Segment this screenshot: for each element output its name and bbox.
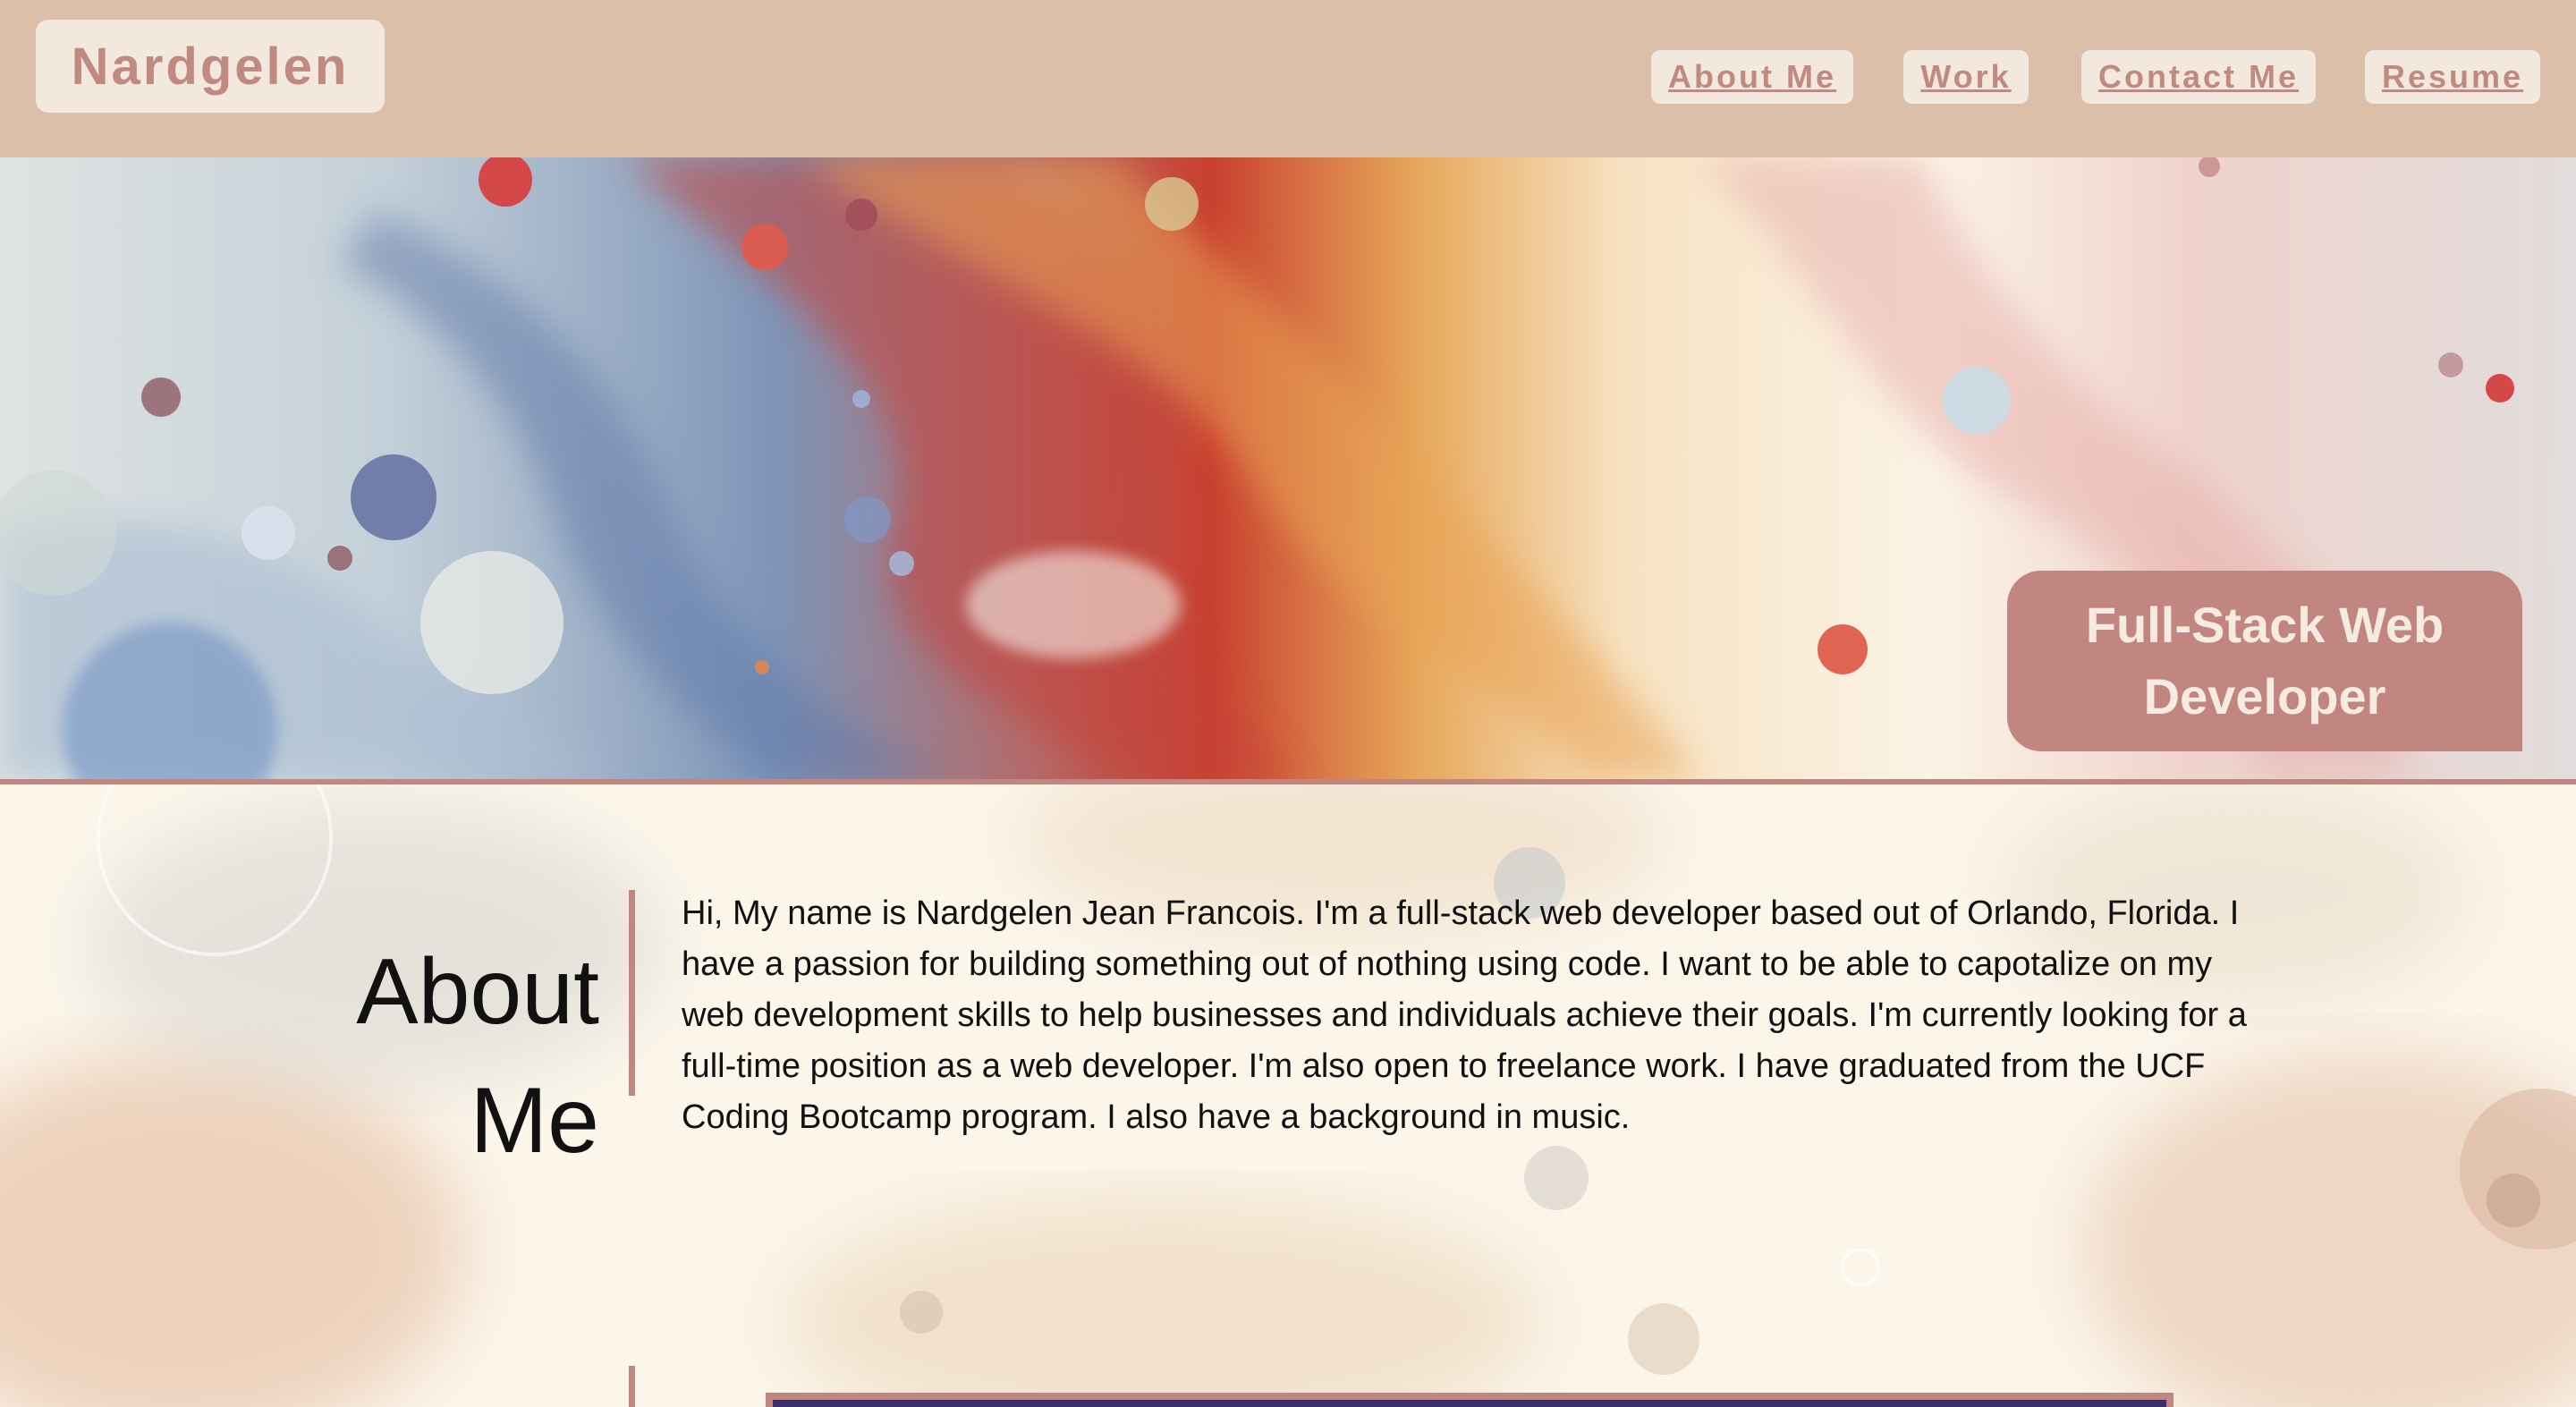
brand-logo[interactable]: Nardgelen xyxy=(36,20,385,113)
section-divider xyxy=(629,1366,635,1407)
hero-banner: Full-Stack Web Developer xyxy=(0,157,2576,784)
site-header: Nardgelen About Me Work Contact Me Resum… xyxy=(0,0,2576,157)
about-divider xyxy=(629,890,635,1096)
nav-resume[interactable]: Resume xyxy=(2365,50,2540,104)
work-preview-frame xyxy=(766,1393,2174,1407)
hero-title-badge: Full-Stack Web Developer xyxy=(2007,571,2522,751)
about-heading: About Me xyxy=(356,940,599,1173)
nav-contact-me[interactable]: Contact Me xyxy=(2081,50,2316,104)
about-body-text: Hi, My name is Nardgelen Jean Francois. … xyxy=(682,894,2247,1136)
about-section: About Me Hi, My name is Nardgelen Jean F… xyxy=(0,784,2576,1407)
nav-about-me[interactable]: About Me xyxy=(1651,50,1853,104)
nav-work[interactable]: Work xyxy=(1903,50,2029,104)
